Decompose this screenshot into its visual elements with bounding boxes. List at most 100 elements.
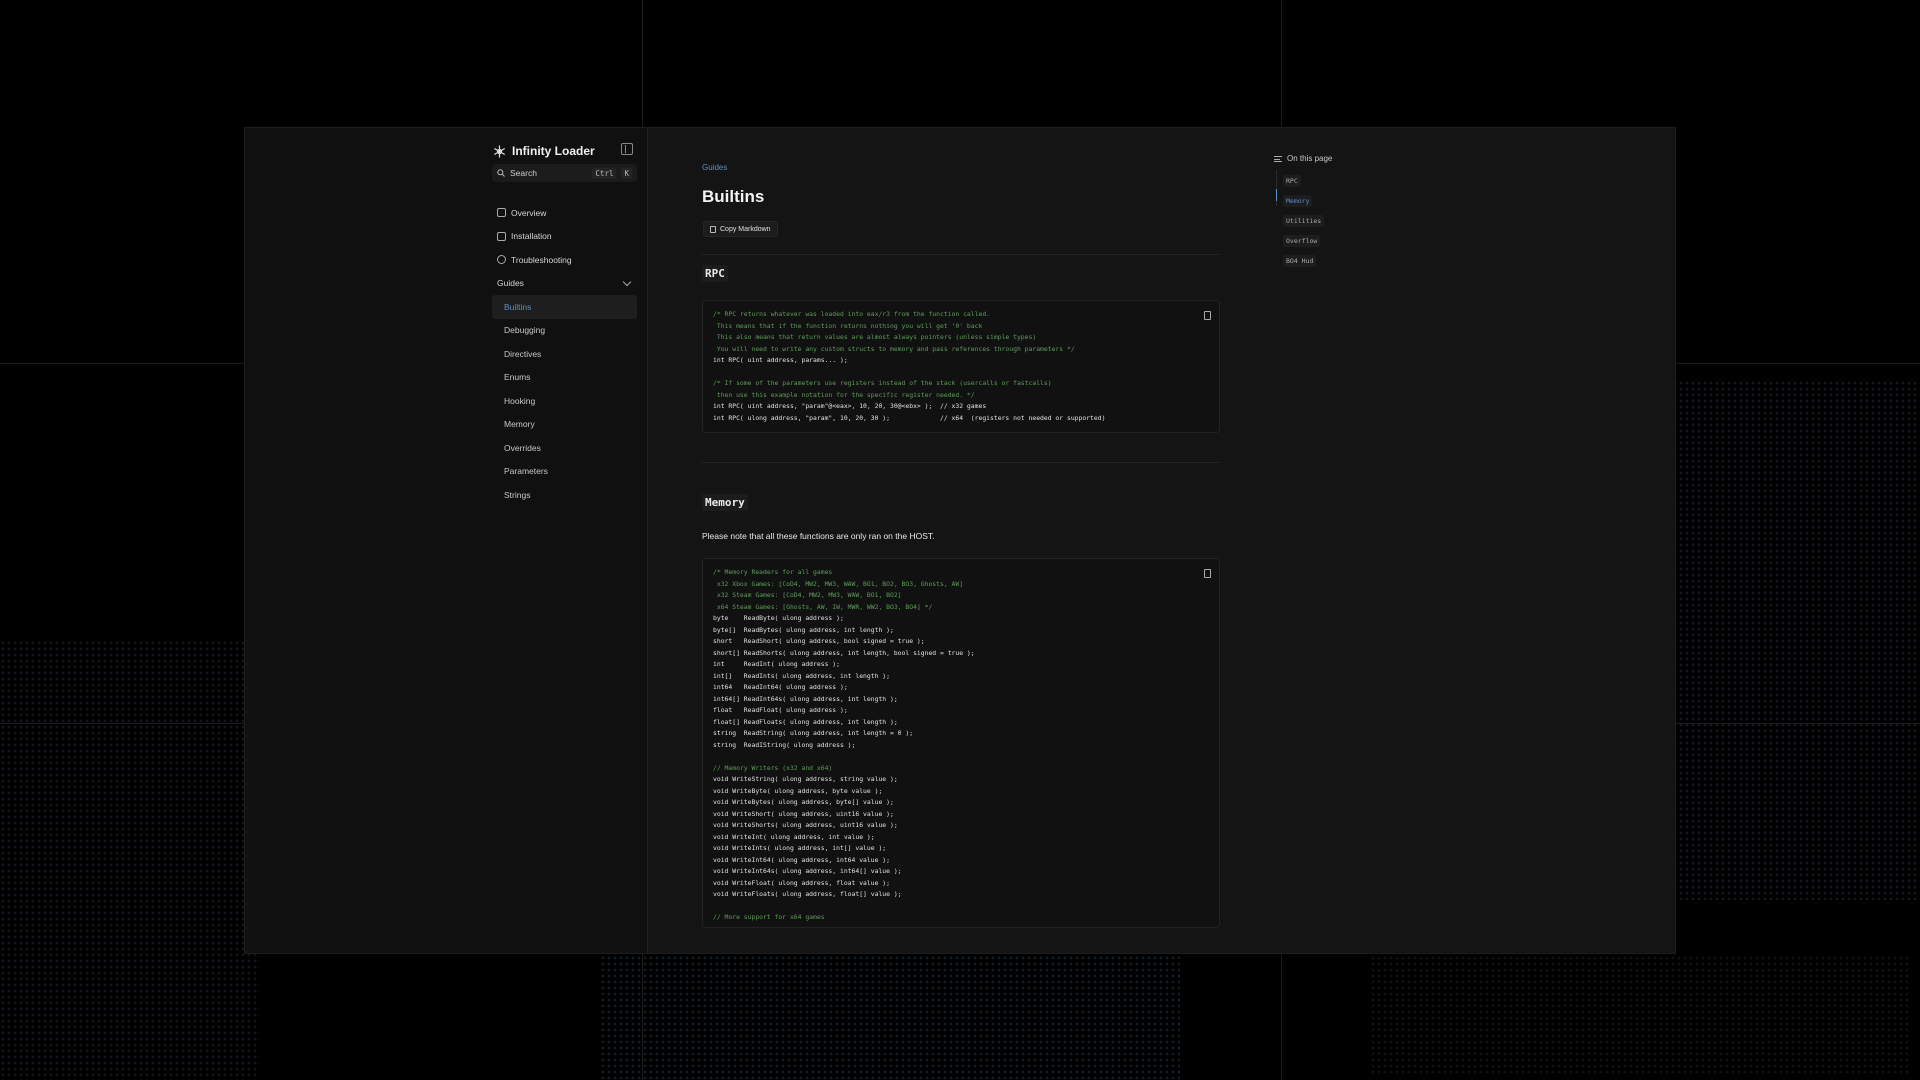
code-line: byte[] ReadBytes( ulong address, int len… [713, 625, 894, 634]
sidebar-item-overview[interactable]: Overview [492, 201, 637, 225]
copy-markdown-button[interactable]: Copy Markdown [703, 221, 778, 237]
chevron-down-icon [622, 277, 632, 286]
code-comment-line: /* RPC returns whatever was loaded into … [713, 310, 991, 318]
sidebar-item-label: Memory [504, 419, 535, 430]
section-heading-rpc: RPC [702, 265, 728, 282]
code-line: void WriteFloats( ulong address, float[]… [713, 890, 902, 898]
code-line: int RPC( uint address, params... ); [713, 356, 848, 364]
code-line: int RPC( uint address, "param"@<eax>, 10… [713, 402, 987, 410]
code-comment-line: /* If some of the parameters use registe… [713, 379, 1052, 387]
copy-markdown-label: Copy Markdown [720, 225, 771, 233]
code-line: byte ReadByte( ulong address ); [713, 614, 844, 622]
sidebar-item-label: Directives [504, 348, 542, 359]
code-line: float[] ReadFloats( ulong address, int l… [713, 717, 898, 726]
code-comment-line: then use this example notation for the s… [713, 390, 975, 399]
sidebar-toggle-icon[interactable] [621, 143, 633, 155]
search-icon [497, 169, 505, 177]
sidebar-item-label: Builtins [504, 301, 532, 312]
code-comment-line: x64 Steam Games: [Ghosts, AW, IW, MWR, W… [713, 602, 933, 611]
breadcrumb[interactable]: Guides [702, 163, 727, 172]
code-line: int[] ReadInts( ulong address, int lengt… [713, 671, 890, 680]
code-line: short[] ReadShorts( ulong address, int l… [713, 648, 975, 657]
bg-dot-pattern [600, 955, 1180, 1080]
code-comment-line: // Memory Writers (x32 and x64) [713, 763, 833, 772]
code-line: int ReadInt( ulong address ); [713, 660, 840, 668]
toc-item-bo4-hud[interactable]: BO4 Hud [1283, 255, 1317, 267]
sidebar-item-overrides[interactable]: Overrides [492, 436, 637, 460]
bg-dot-pattern [1660, 380, 1920, 900]
code-line: void WriteInts( ulong address, int[] val… [713, 844, 887, 852]
sidebar-item-label: Installation [511, 231, 552, 242]
sidebar-item-enums[interactable]: Enums [492, 366, 637, 390]
sidebar-item-strings[interactable]: Strings [492, 483, 637, 507]
sidebar-item-label: Enums [504, 372, 531, 383]
bg-dot-pattern [1370, 955, 1910, 1075]
sidebar-item-parameters[interactable]: Parameters [492, 460, 637, 484]
code-block-rpc: /* RPC returns whatever was loaded into … [702, 300, 1220, 433]
code-line: void WriteInt64( ulong address, int64 va… [713, 855, 890, 864]
shortcut-key-k: K [621, 167, 632, 179]
section-heading-memory: Memory [702, 494, 748, 511]
code-content: /* RPC returns whatever was loaded into … [703, 301, 1219, 432]
code-comment-line: /* Memory Readers for all games [713, 568, 833, 576]
code-line: float ReadFloat( ulong address ); [713, 706, 848, 714]
search-label: Search [510, 168, 537, 178]
sidebar-item-builtins[interactable]: Builtins [492, 295, 637, 319]
sidebar-item-label: Debugging [504, 325, 546, 336]
help-circle-icon [497, 255, 506, 265]
sidebar-item-label: Troubleshooting [511, 254, 572, 265]
sidebar-item-hooking[interactable]: Hooking [492, 389, 637, 413]
code-line: int RPC( ulong address, "param", 10, 20,… [713, 413, 1106, 422]
sidebar-group-guides[interactable]: Guides [492, 272, 637, 296]
code-comment-line: This also means that return values are a… [713, 333, 1037, 341]
sidebar-item-memory[interactable]: Memory [492, 413, 637, 437]
sidebar-item-label: Hooking [504, 395, 536, 406]
toc-header: On this page [1274, 154, 1332, 163]
code-line: void WriteBytes( ulong address, byte[] v… [713, 798, 894, 806]
code-line: string ReadString( ulong address, int le… [713, 729, 914, 737]
sidebar-item-debugging[interactable]: Debugging [492, 319, 637, 343]
sidebar-item-label: Overrides [504, 442, 541, 453]
code-line: short ReadShort( ulong address, bool sig… [713, 637, 925, 645]
code-content: /* Memory Readers for all games x32 Xbox… [703, 559, 1219, 927]
sidebar-item-installation[interactable]: Installation [492, 225, 637, 249]
code-comment-line: x32 Steam Games: [CoD4, MW2, MW3, WAW, B… [713, 591, 902, 599]
code-line: int64[] ReadInt64s( ulong address, int l… [713, 694, 898, 703]
sidebar: Infinity Loader Search Ctrl K Overview I… [245, 128, 648, 953]
sidebar-item-label: Parameters [504, 466, 548, 477]
code-comment-line: You will need to write any custom struct… [713, 344, 1075, 353]
list-icon [1274, 155, 1282, 162]
code-line: void WriteInt( ulong address, int value … [713, 832, 875, 841]
sidebar-item-label: Strings [504, 489, 531, 500]
toc-title: On this page [1287, 154, 1333, 163]
toc-list: RPC Memory Utilities Overflow BO4 Hud [1274, 170, 1332, 270]
copy-icon [710, 225, 716, 233]
code-line: void WriteInt64s( ulong address, int64[]… [713, 867, 902, 875]
sidebar-item-directives[interactable]: Directives [492, 342, 637, 366]
code-comment-line: x32 Xbox Games: [CoD4, MW2, MW3, WAW, BO… [713, 579, 964, 588]
search-input[interactable]: Search Ctrl K [492, 164, 637, 182]
copy-code-icon[interactable] [1204, 311, 1211, 320]
brand-name: Infinity Loader [512, 144, 595, 158]
toc-item-rpc[interactable]: RPC [1283, 175, 1301, 187]
sidebar-item-troubleshooting[interactable]: Troubleshooting [492, 248, 637, 272]
toc-item-utilities[interactable]: Utilities [1283, 215, 1325, 227]
page-title: Builtins [702, 187, 765, 206]
sidebar-item-label: Overview [511, 207, 547, 218]
brand[interactable]: Infinity Loader [493, 140, 595, 162]
bg-dot-pattern [0, 640, 260, 1080]
code-comment-line: This means that if the function returns … [713, 321, 983, 330]
sidebar-group-label: Guides [497, 278, 524, 289]
code-line: string ReadIString( ulong address ); [713, 740, 856, 749]
code-comment-line: // More support for x64 games [713, 913, 825, 921]
code-line: void WriteByte( ulong address, byte valu… [713, 786, 883, 795]
code-line: void WriteShort( ulong address, uint16 v… [713, 809, 894, 818]
divider [702, 254, 1220, 255]
divider [702, 462, 1220, 463]
memory-note: Please note that all these functions are… [702, 531, 935, 541]
home-icon [497, 208, 506, 218]
copy-code-icon[interactable] [1204, 569, 1211, 578]
toc-item-memory[interactable]: Memory [1283, 195, 1313, 207]
toc-item-overflow[interactable]: Overflow [1283, 235, 1321, 247]
sidebar-nav: Overview Installation Troubleshooting Gu… [492, 201, 637, 507]
